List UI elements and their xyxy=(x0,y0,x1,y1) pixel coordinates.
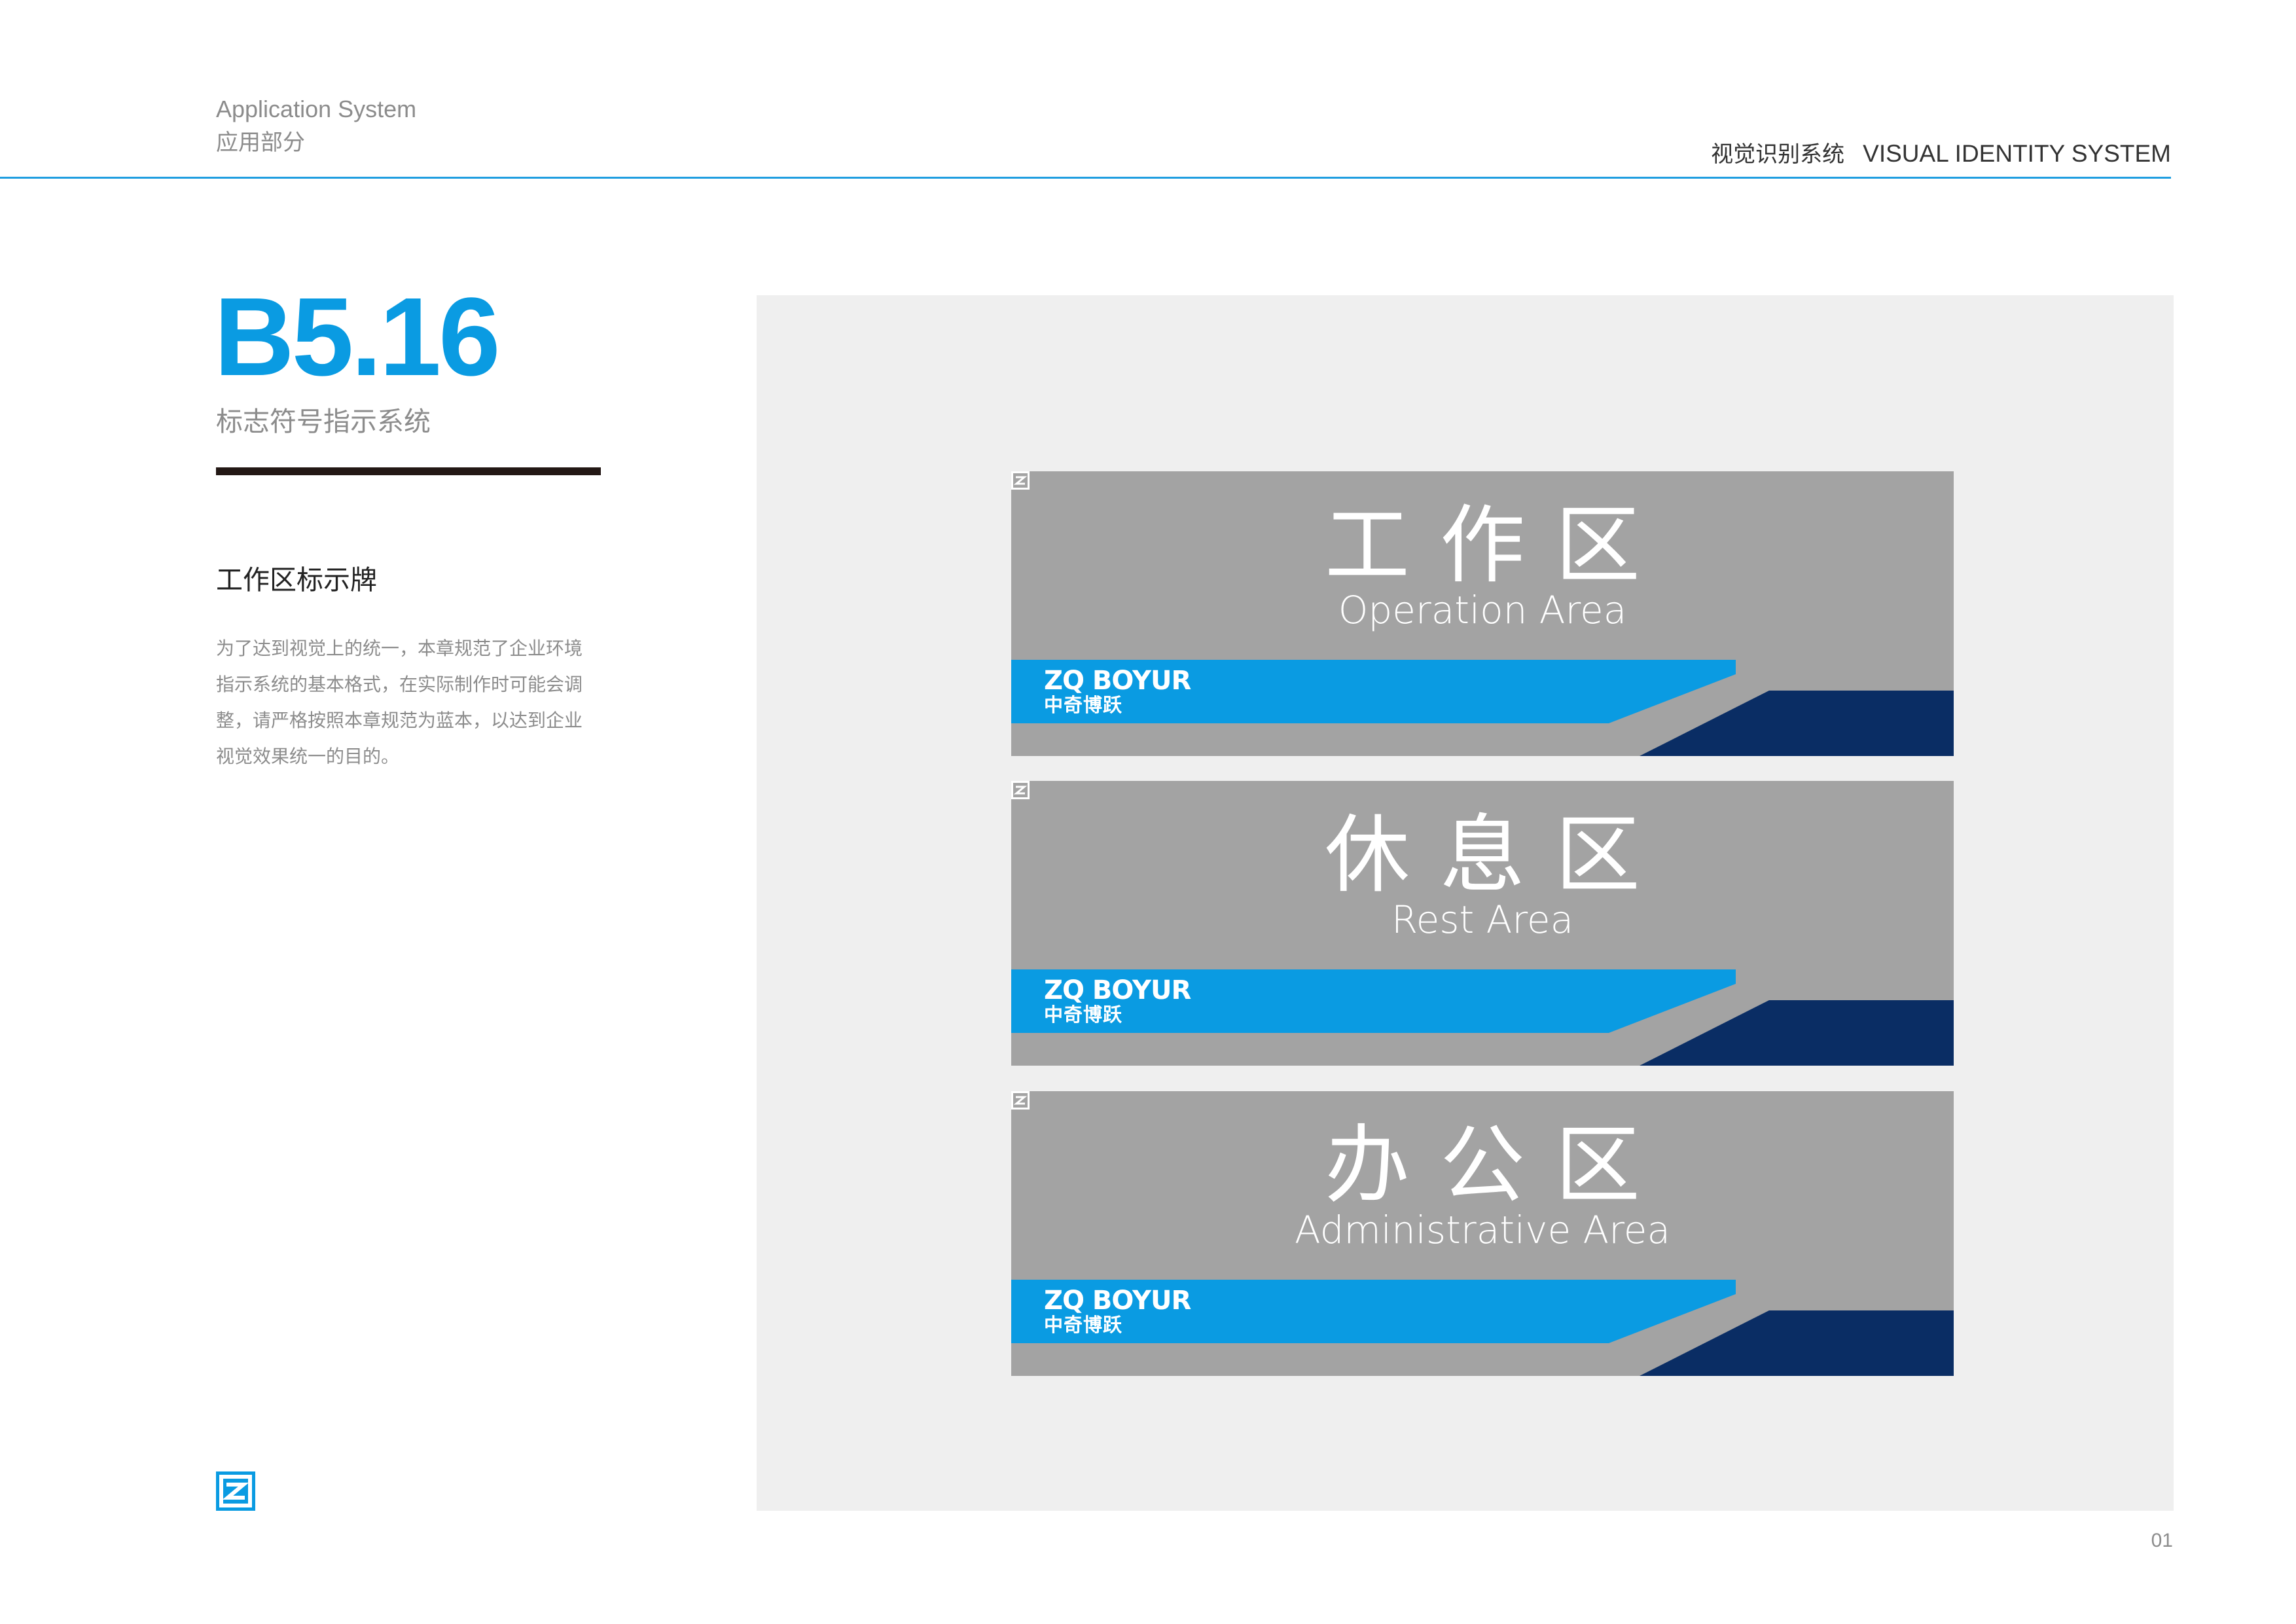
logo-mark-icon xyxy=(1011,1091,1030,1110)
section-code: B5.16 xyxy=(214,275,501,399)
sign-title-cn: 休息区 xyxy=(1324,805,1670,905)
header-divider xyxy=(0,177,2171,179)
section-code-title: 标志符号指示系统 xyxy=(216,406,431,437)
title-underline-bar xyxy=(216,467,601,475)
section-description: 为了达到视觉上的统一，本章规范了企业环境 指示系统的基本格式，在实际制作时可能会… xyxy=(216,630,609,774)
description-line: 为了达到视觉上的统一，本章规范了企业环境 xyxy=(216,638,583,659)
logo-wordmark: ZQ BOYUR xyxy=(1044,975,1191,1005)
logo-mark-icon xyxy=(1011,471,1030,490)
logo-wordmark: ZQ BOYUR xyxy=(1044,666,1191,696)
sign-title-en: Administrative Area xyxy=(1294,1208,1671,1252)
page-number: 01 xyxy=(2151,1530,2173,1551)
logo-mark-icon xyxy=(1011,781,1030,799)
sign-title-en: Operation Area xyxy=(1338,588,1627,632)
logo-name-cn: 中奇博跃 xyxy=(1044,1314,1123,1336)
brand-mark-icon xyxy=(216,1471,255,1511)
logo-name-cn: 中奇博跃 xyxy=(1044,1003,1123,1026)
header-system-en: VISUAL IDENTITY SYSTEM xyxy=(1863,140,2171,167)
logo-name-cn: 中奇博跃 xyxy=(1044,694,1123,716)
sign-rest-area: 休息区 Rest Area ZQ BOYUR 中奇博跃 xyxy=(1011,781,1954,1066)
sign-title-en: Rest Area xyxy=(1391,897,1574,942)
sign-administrative-area: 办公区 Administrative Area ZQ BOYUR 中奇博跃 xyxy=(1011,1091,1954,1376)
description-line: 整，请严格按照本章规范为蓝本，以达到企业 xyxy=(216,710,583,731)
sign-title-cn: 办公区 xyxy=(1324,1115,1670,1215)
header-section-en: Application System xyxy=(216,96,417,122)
sign-operation-area: 工作区 Operation Area ZQ BOYUR 中奇博跃 xyxy=(1011,471,1954,756)
logo-wordmark: ZQ BOYUR xyxy=(1044,1286,1191,1316)
description-line: 指示系统的基本格式，在实际制作时可能会调 xyxy=(216,674,583,695)
description-line: 视觉效果统一的目的。 xyxy=(216,746,400,767)
section-title: 工作区标示牌 xyxy=(216,565,377,595)
sign-title-cn: 工作区 xyxy=(1324,496,1670,595)
header-system-cn: 视觉识别系统 xyxy=(1711,142,1845,167)
header-section-cn: 应用部分 xyxy=(216,130,305,155)
header-system-title: 视觉识别系统 VISUAL IDENTITY SYSTEM xyxy=(1711,136,2171,168)
